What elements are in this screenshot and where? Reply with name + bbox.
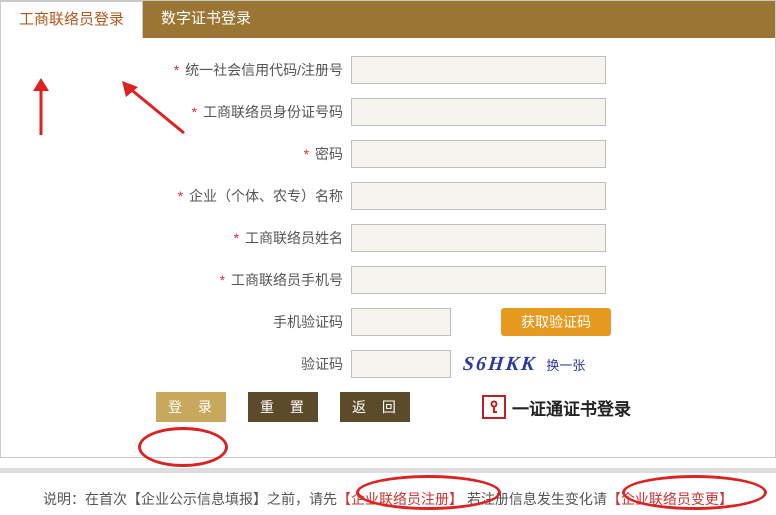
input-org-name[interactable] bbox=[351, 182, 606, 210]
tab-cert-login[interactable]: 数字证书登录 bbox=[143, 1, 269, 38]
input-sms-code[interactable] bbox=[351, 308, 451, 336]
login-button[interactable]: 登 录 bbox=[156, 392, 226, 422]
label-credit-code: * 统一社会信用代码/注册号 bbox=[1, 60, 351, 80]
reset-button[interactable]: 重 置 bbox=[248, 392, 318, 422]
label-sms-code: 手机验证码 bbox=[1, 312, 351, 332]
back-button[interactable]: 返 回 bbox=[340, 392, 410, 422]
register-link[interactable]: 企业联络员注册 bbox=[351, 491, 449, 507]
tab-bar: 工商联络员登录 数字证书登录 bbox=[0, 0, 776, 38]
label-contact-name: * 工商联络员姓名 bbox=[1, 228, 351, 248]
label-password: * 密码 bbox=[1, 144, 351, 164]
input-credit-code[interactable] bbox=[351, 56, 606, 84]
input-password[interactable] bbox=[351, 140, 606, 168]
input-contact-phone[interactable] bbox=[351, 266, 606, 294]
cert-login-label: 一证通证书登录 bbox=[512, 395, 631, 420]
captcha-image: S6HKK bbox=[462, 353, 538, 376]
label-id-number: * 工商联络员身份证号码 bbox=[1, 102, 351, 122]
cert-icon bbox=[482, 395, 506, 419]
label-contact-phone: * 工商联络员手机号 bbox=[1, 270, 351, 290]
input-captcha[interactable] bbox=[351, 350, 451, 378]
cert-login-link[interactable]: 一证通证书登录 bbox=[482, 395, 631, 420]
login-form: * 统一社会信用代码/注册号 * 工商联络员身份证号码 * 密码 * 企业（个体… bbox=[0, 38, 776, 458]
footer-note: 说明：在首次【企业公示信息填报】之前，请先【企业联络员注册】 若注册信息发生变化… bbox=[0, 468, 776, 509]
get-code-button[interactable]: 获取验证码 bbox=[501, 308, 611, 336]
change-link[interactable]: 企业联络员变更 bbox=[621, 491, 719, 507]
input-id-number[interactable] bbox=[351, 98, 606, 126]
input-contact-name[interactable] bbox=[351, 224, 606, 252]
label-org-name: * 企业（个体、农专）名称 bbox=[1, 186, 351, 206]
tab-contact-login[interactable]: 工商联络员登录 bbox=[1, 0, 143, 38]
label-captcha: 验证码 bbox=[1, 354, 351, 374]
captcha-refresh-link[interactable]: 换一张 bbox=[546, 355, 585, 374]
